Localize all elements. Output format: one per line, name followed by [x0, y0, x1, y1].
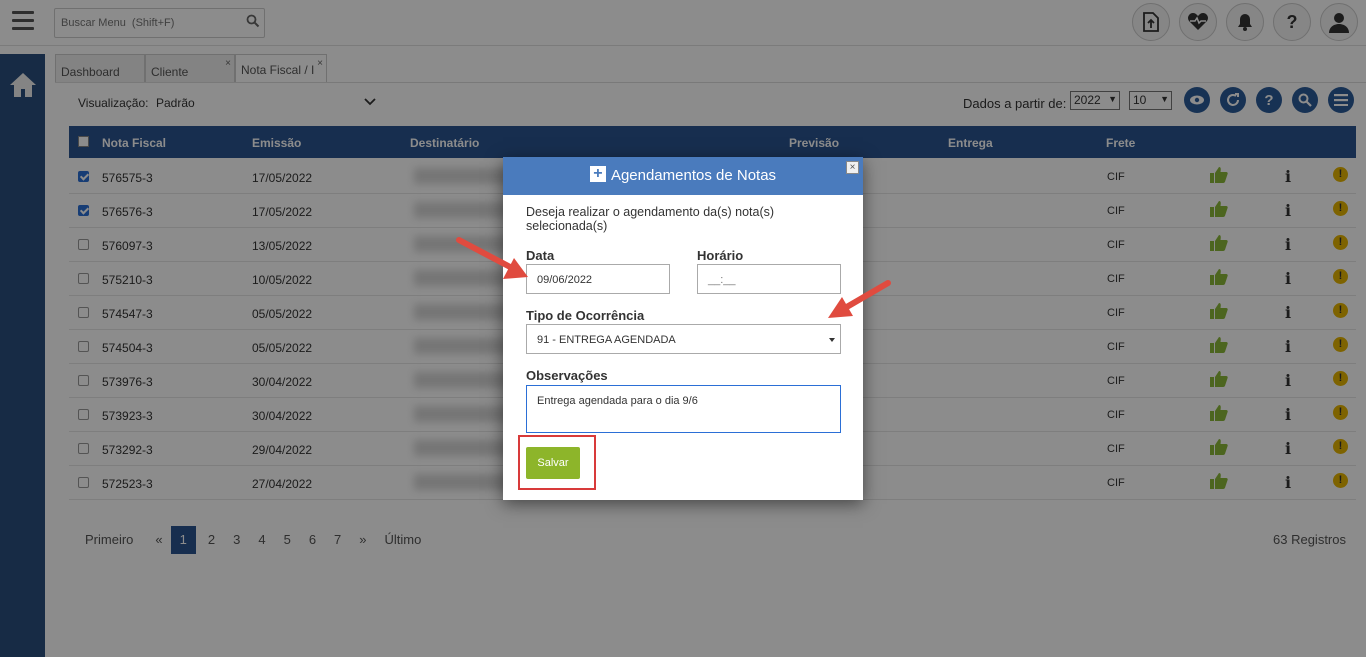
tipo-ocorrencia-select[interactable]: 91 - ENTREGA AGENDADA [526, 324, 841, 354]
tipo-ocorrencia-label: Tipo de Ocorrência [526, 308, 645, 323]
plus-icon: + [589, 166, 606, 183]
data-input[interactable]: 09/06/2022 [526, 264, 670, 294]
horario-label: Horário [697, 248, 744, 263]
observacoes-label: Observações [526, 368, 608, 383]
data-label: Data [526, 248, 555, 263]
highlight-box-annotation [518, 435, 596, 490]
horario-input[interactable]: __:__ [697, 264, 841, 294]
modal-close-button[interactable]: × [846, 161, 859, 174]
dropdown-arrow-icon [829, 338, 835, 342]
modal-header: + Agendamentos de Notas × [503, 157, 863, 195]
tipo-ocorrencia-value: 91 - ENTREGA AGENDADA [537, 334, 676, 346]
observacoes-value: Entrega agendada para o dia 9/6 [537, 395, 698, 407]
data-value: 09/06/2022 [537, 274, 593, 286]
observacoes-textarea[interactable]: Entrega agendada para o dia 9/6 [526, 385, 841, 433]
modal-question: Deseja realizar o agendamento da(s) nota… [526, 205, 775, 233]
modal-title: Agendamentos de Notas [610, 167, 777, 184]
horario-value: __:__ [708, 274, 736, 286]
